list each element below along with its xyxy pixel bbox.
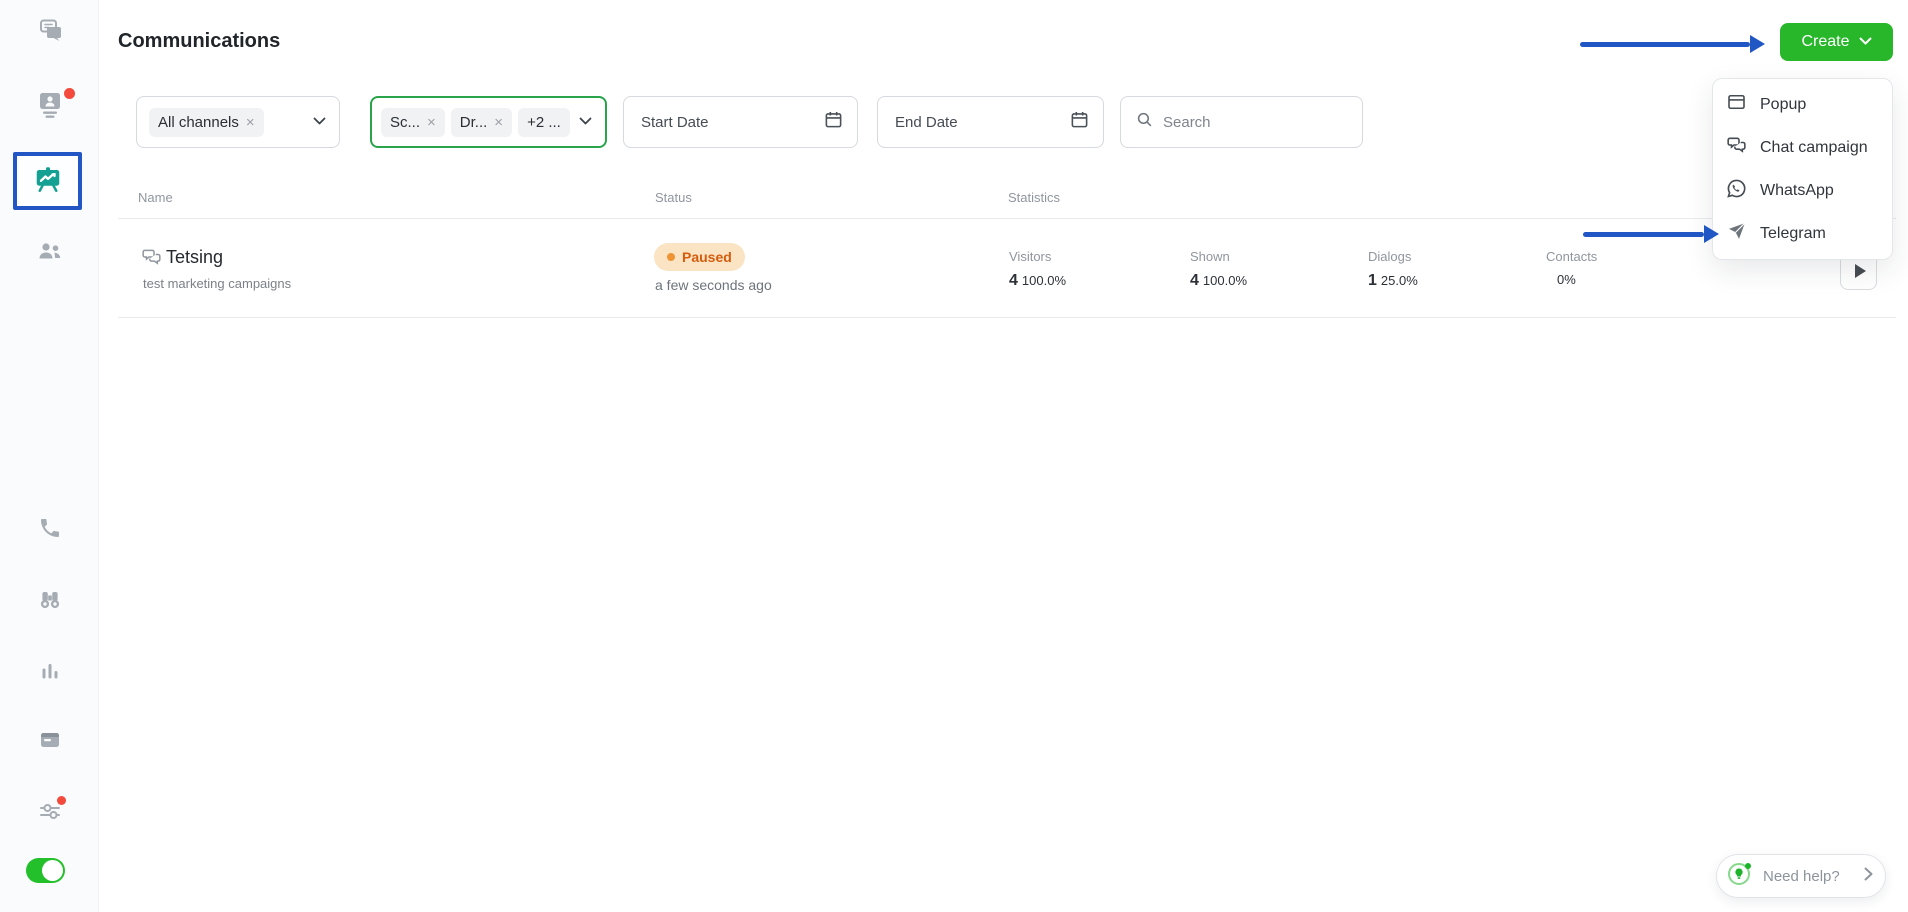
stat-percent: 100.0% xyxy=(1202,273,1247,288)
menu-item-label: WhatsApp xyxy=(1760,181,1834,199)
type-filter[interactable]: Sc... × Dr... × +2 ... xyxy=(370,96,607,148)
end-date-field[interactable] xyxy=(877,96,1104,148)
stat-label: Shown xyxy=(1190,249,1230,264)
menu-item-whatsapp[interactable]: WhatsApp xyxy=(1713,169,1892,212)
stat-label: Contacts xyxy=(1546,249,1598,264)
status-label: Paused xyxy=(682,249,732,265)
bar-chart-icon xyxy=(38,659,62,683)
stat-value: 4 xyxy=(1009,272,1018,289)
sidebar-item-tracking[interactable] xyxy=(0,588,99,612)
stat-contacts: Contacts 0% xyxy=(1546,249,1597,287)
menu-item-telegram[interactable]: Telegram xyxy=(1713,212,1892,255)
calendar-icon xyxy=(824,110,843,134)
stat-value: 4 xyxy=(1190,272,1199,289)
binoculars-icon xyxy=(37,588,63,612)
stat-label: Visitors xyxy=(1009,249,1052,264)
chat-campaign-icon xyxy=(1726,135,1747,160)
channels-filter-chip: All channels × xyxy=(149,107,264,137)
channels-filter[interactable]: All channels × xyxy=(136,96,340,148)
settings-notification-dot xyxy=(57,796,66,805)
sidebar-item-conversations[interactable] xyxy=(0,17,99,43)
type-chip-label: +2 ... xyxy=(527,113,561,131)
table-row-divider xyxy=(118,317,1896,318)
annotation-arrow-telegram xyxy=(1583,225,1719,243)
menu-item-chat-campaign[interactable]: Chat campaign xyxy=(1713,126,1892,169)
menu-item-popup[interactable]: Popup xyxy=(1713,83,1892,126)
stat-label: Dialogs xyxy=(1368,249,1412,264)
page-title: Communications xyxy=(118,30,281,52)
sidebar-item-settings[interactable] xyxy=(0,799,99,823)
conversations-icon xyxy=(37,17,63,43)
play-icon xyxy=(1854,264,1866,278)
type-filter-chip-1: Sc... × xyxy=(381,107,445,137)
communications-page: Communications Create All channels × Sc.… xyxy=(0,0,1908,912)
stat-percent: 25.0% xyxy=(1380,273,1418,288)
status-timestamp: a few seconds ago xyxy=(655,277,772,293)
column-header-statistics: Statistics xyxy=(1008,190,1061,205)
chevron-down-icon xyxy=(1859,33,1872,51)
stat-percent: 100.0% xyxy=(1021,273,1066,288)
campaigns-icon xyxy=(33,164,63,199)
status-badge: Paused xyxy=(654,243,745,271)
campaign-subtitle: test marketing campaigns xyxy=(143,276,292,291)
sidebar-item-calls[interactable] xyxy=(0,516,99,540)
table-header-divider xyxy=(118,218,1896,219)
chevron-right-icon xyxy=(1864,867,1873,886)
channels-chip-label: All channels xyxy=(158,113,239,131)
search-field[interactable] xyxy=(1120,96,1363,148)
sidebar-item-reports[interactable] xyxy=(0,659,99,683)
menu-item-label: Popup xyxy=(1760,95,1807,113)
whatsapp-icon xyxy=(1726,178,1747,204)
toggle-knob xyxy=(42,860,63,881)
remove-chip-icon[interactable]: × xyxy=(246,115,255,130)
need-help-label: Need help? xyxy=(1763,867,1840,885)
start-date-input[interactable] xyxy=(641,113,824,131)
remove-chip-icon[interactable]: × xyxy=(427,115,436,130)
menu-item-label: Chat campaign xyxy=(1760,138,1868,156)
search-icon xyxy=(1136,111,1153,133)
credit-card-icon xyxy=(38,728,62,752)
column-header-status: Status xyxy=(655,190,692,205)
type-chip-label: Sc... xyxy=(390,113,421,131)
remove-chip-icon[interactable]: × xyxy=(494,115,503,130)
stat-percent: 0% xyxy=(1557,272,1576,287)
search-input[interactable] xyxy=(1163,113,1348,131)
annotation-arrow-create xyxy=(1580,35,1765,53)
contacts-notification-dot xyxy=(64,88,75,99)
calendar-icon xyxy=(1070,110,1089,134)
phone-icon xyxy=(38,516,62,540)
sidebar xyxy=(0,0,99,912)
telegram-icon xyxy=(1726,221,1747,246)
people-icon xyxy=(36,240,64,264)
stat-value: 1 xyxy=(1368,272,1377,289)
create-menu: Popup Chat campaign WhatsApp Telegram xyxy=(1712,78,1893,260)
availability-toggle[interactable] xyxy=(26,858,65,883)
help-bulb-icon xyxy=(1726,860,1754,893)
chevron-down-icon xyxy=(313,113,326,131)
menu-item-label: Telegram xyxy=(1760,224,1826,242)
create-button-label: Create xyxy=(1801,33,1850,50)
popup-icon xyxy=(1726,92,1747,117)
chat-campaign-type-icon xyxy=(141,247,162,272)
start-date-field[interactable] xyxy=(623,96,858,148)
stat-dialogs: Dialogs 1 25.0% xyxy=(1368,249,1418,290)
end-date-input[interactable] xyxy=(895,113,1070,131)
status-dot-icon xyxy=(667,253,675,261)
campaign-name[interactable]: Tetsing xyxy=(166,247,223,268)
sidebar-item-visitors[interactable] xyxy=(0,240,99,264)
chevron-down-icon xyxy=(579,113,592,131)
type-filter-chip-2: Dr... × xyxy=(450,107,513,137)
type-filter-chip-more: +2 ... xyxy=(518,107,570,137)
column-header-name: Name xyxy=(138,190,173,205)
sidebar-item-campaigns[interactable] xyxy=(13,152,82,210)
create-button[interactable]: Create xyxy=(1780,23,1893,61)
sidebar-item-billing[interactable] xyxy=(0,728,99,752)
type-chip-label: Dr... xyxy=(459,113,488,131)
contact-card-icon xyxy=(36,90,64,120)
stat-shown: Shown 4 100.0% xyxy=(1190,249,1247,290)
need-help-button[interactable]: Need help? xyxy=(1716,854,1886,898)
stat-visitors: Visitors 4 100.0% xyxy=(1009,249,1066,290)
sidebar-item-contacts[interactable] xyxy=(0,90,99,120)
